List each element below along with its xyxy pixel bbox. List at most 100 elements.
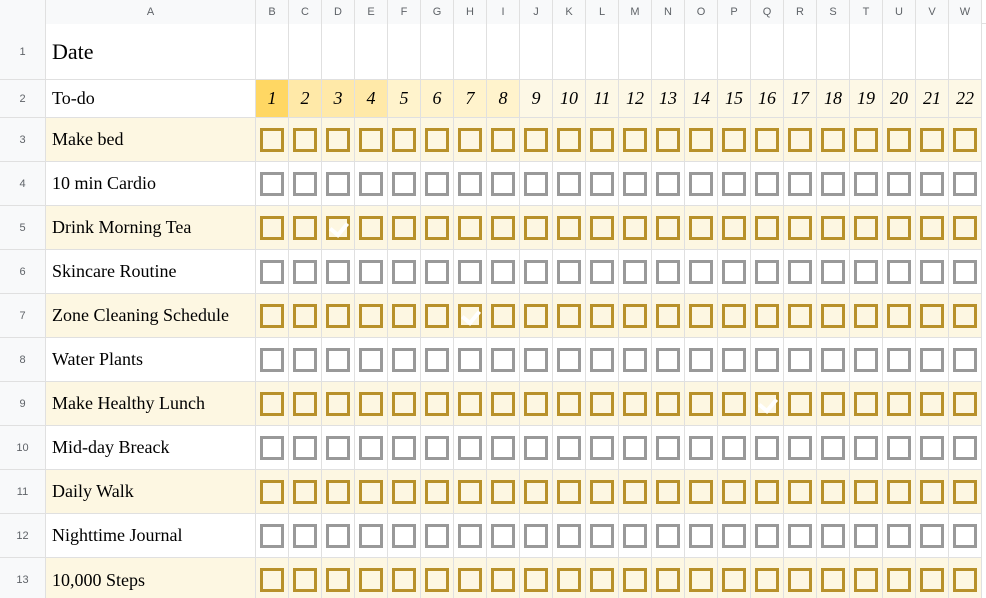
col-header-A[interactable]: A — [46, 0, 256, 24]
day-number-cell-16[interactable]: 16 — [751, 80, 784, 118]
checkbox[interactable] — [458, 524, 482, 548]
checkbox[interactable] — [887, 260, 911, 284]
checkbox[interactable] — [392, 480, 416, 504]
col-header-G[interactable]: G — [421, 0, 454, 24]
task-day-cell[interactable] — [421, 514, 454, 558]
checkbox[interactable] — [623, 392, 647, 416]
cell-r1-day4[interactable] — [355, 24, 388, 80]
cell-r1-day17[interactable] — [784, 24, 817, 80]
checkbox[interactable] — [557, 128, 581, 152]
checkbox[interactable] — [920, 128, 944, 152]
task-day-cell[interactable] — [454, 382, 487, 426]
day-number-cell-5[interactable]: 5 — [388, 80, 421, 118]
day-number-cell-11[interactable]: 11 — [586, 80, 619, 118]
checkbox[interactable] — [392, 128, 416, 152]
checkbox[interactable] — [656, 172, 680, 196]
checkbox[interactable] — [524, 172, 548, 196]
checkbox[interactable] — [557, 260, 581, 284]
col-header-J[interactable]: J — [520, 0, 553, 24]
col-header-D[interactable]: D — [322, 0, 355, 24]
task-day-cell[interactable] — [652, 118, 685, 162]
checkbox[interactable] — [326, 480, 350, 504]
task-day-cell[interactable] — [388, 514, 421, 558]
task-day-cell[interactable] — [685, 206, 718, 250]
task-day-cell[interactable] — [751, 294, 784, 338]
task-day-cell[interactable] — [553, 514, 586, 558]
task-day-cell[interactable] — [553, 162, 586, 206]
checkbox[interactable] — [590, 524, 614, 548]
col-header-M[interactable]: M — [619, 0, 652, 24]
checkbox[interactable] — [623, 568, 647, 592]
task-day-cell[interactable] — [817, 514, 850, 558]
row-header-9[interactable]: 9 — [0, 382, 46, 426]
task-day-cell[interactable] — [916, 250, 949, 294]
task-day-cell[interactable] — [520, 118, 553, 162]
checkbox[interactable] — [293, 128, 317, 152]
task-day-cell[interactable] — [883, 470, 916, 514]
checkbox[interactable] — [425, 480, 449, 504]
checkbox[interactable] — [359, 128, 383, 152]
col-header-K[interactable]: K — [553, 0, 586, 24]
checkbox[interactable] — [920, 568, 944, 592]
task-day-cell[interactable] — [751, 558, 784, 598]
row-header-1[interactable]: 1 — [0, 24, 46, 80]
task-day-cell[interactable] — [487, 558, 520, 598]
task-day-cell[interactable] — [388, 338, 421, 382]
task-day-cell[interactable] — [850, 118, 883, 162]
cell-r1-day20[interactable] — [883, 24, 916, 80]
task-day-cell[interactable] — [949, 558, 982, 598]
checkbox[interactable] — [623, 524, 647, 548]
checkbox[interactable] — [590, 260, 614, 284]
task-day-cell[interactable] — [817, 558, 850, 598]
checkbox[interactable] — [326, 260, 350, 284]
task-day-cell[interactable] — [652, 294, 685, 338]
task-day-cell[interactable] — [289, 426, 322, 470]
checkbox[interactable] — [590, 128, 614, 152]
checkbox[interactable] — [293, 216, 317, 240]
task-day-cell[interactable] — [289, 470, 322, 514]
task-day-cell[interactable] — [388, 206, 421, 250]
task-day-cell[interactable] — [586, 382, 619, 426]
checkbox[interactable] — [524, 216, 548, 240]
checkbox[interactable] — [359, 348, 383, 372]
checkbox[interactable] — [821, 260, 845, 284]
checkbox[interactable] — [425, 128, 449, 152]
cell-r1-day21[interactable] — [916, 24, 949, 80]
checkbox[interactable] — [755, 524, 779, 548]
task-day-cell[interactable] — [718, 118, 751, 162]
task-day-cell[interactable] — [949, 118, 982, 162]
checkbox[interactable] — [953, 128, 977, 152]
cell-r1-day12[interactable] — [619, 24, 652, 80]
checkbox[interactable] — [920, 260, 944, 284]
row-header-12[interactable]: 12 — [0, 514, 46, 558]
task-day-cell[interactable] — [817, 118, 850, 162]
checkbox[interactable] — [953, 172, 977, 196]
checkbox[interactable] — [260, 480, 284, 504]
task-day-cell[interactable] — [784, 514, 817, 558]
checkbox[interactable] — [293, 436, 317, 460]
task-day-cell[interactable] — [520, 206, 553, 250]
task-day-cell[interactable] — [784, 338, 817, 382]
checkbox[interactable] — [326, 304, 350, 328]
row-header-7[interactable]: 7 — [0, 294, 46, 338]
row-header-13[interactable]: 13 — [0, 558, 46, 598]
checkbox[interactable] — [689, 436, 713, 460]
checkbox[interactable] — [293, 568, 317, 592]
task-day-cell[interactable] — [421, 118, 454, 162]
checkbox[interactable] — [755, 172, 779, 196]
checkbox[interactable] — [788, 304, 812, 328]
checkbox[interactable] — [590, 392, 614, 416]
task-day-cell[interactable] — [718, 382, 751, 426]
task-day-cell[interactable] — [487, 426, 520, 470]
checkbox[interactable] — [854, 216, 878, 240]
task-day-cell[interactable] — [289, 162, 322, 206]
task-day-cell[interactable] — [322, 470, 355, 514]
task-day-cell[interactable] — [520, 382, 553, 426]
checkbox[interactable] — [557, 172, 581, 196]
checkbox[interactable] — [557, 436, 581, 460]
task-day-cell[interactable] — [520, 162, 553, 206]
checkbox[interactable] — [623, 260, 647, 284]
task-day-cell[interactable] — [751, 470, 784, 514]
task-day-cell[interactable] — [355, 470, 388, 514]
checkbox[interactable] — [755, 216, 779, 240]
